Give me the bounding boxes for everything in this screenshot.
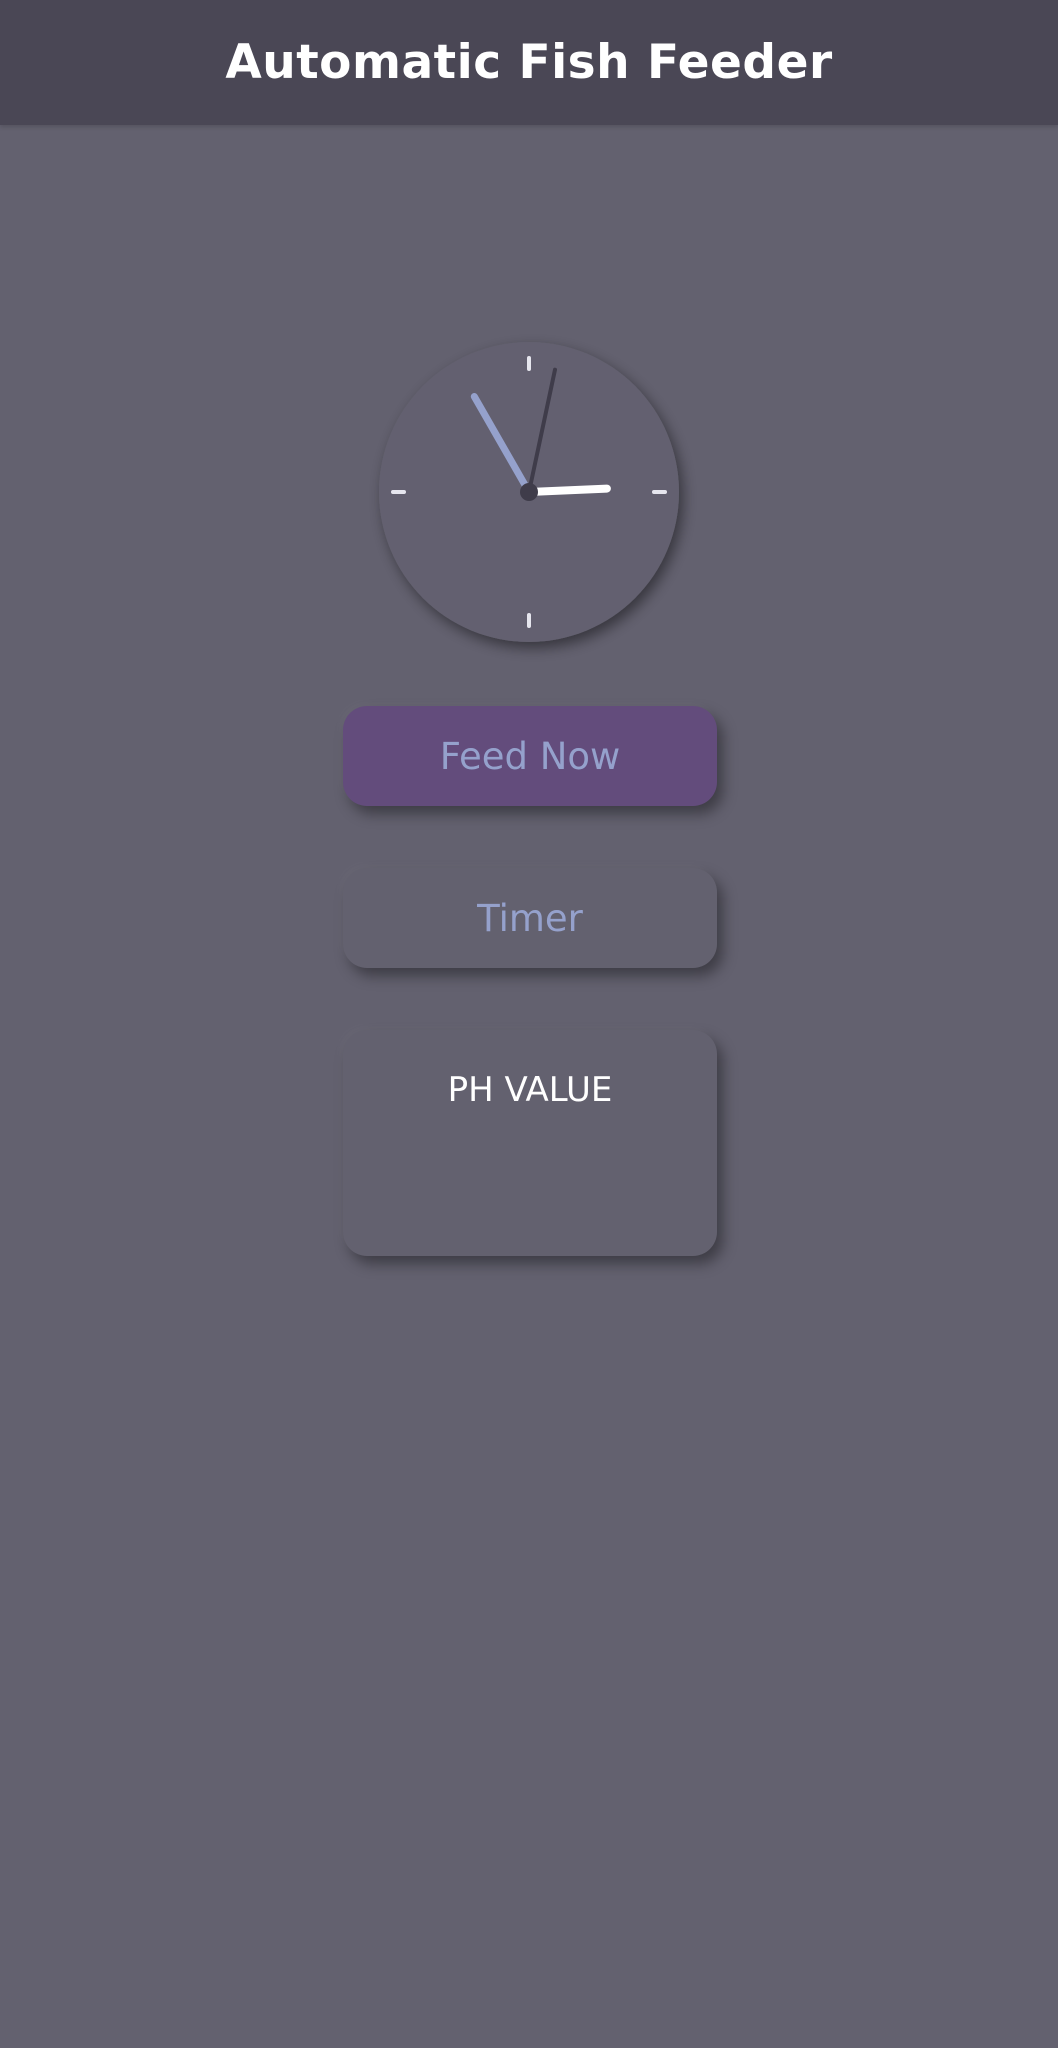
feed-now-button[interactable]: Feed Now [343, 706, 717, 806]
timer-label: Timer [477, 896, 583, 940]
timer-button[interactable]: Timer [343, 868, 717, 968]
app-bar: Automatic Fish Feeder [0, 0, 1058, 125]
clock-center [520, 483, 538, 501]
feed-now-label: Feed Now [439, 734, 621, 778]
analog-clock [378, 341, 680, 643]
ph-value-label: PH VALUE [447, 1070, 613, 1110]
ph-value-card: PH VALUE [343, 1030, 717, 1256]
analog-clock-icon [379, 342, 679, 642]
clock-hour-hand [525, 484, 611, 496]
app-title: Automatic Fish Feeder [225, 35, 833, 90]
